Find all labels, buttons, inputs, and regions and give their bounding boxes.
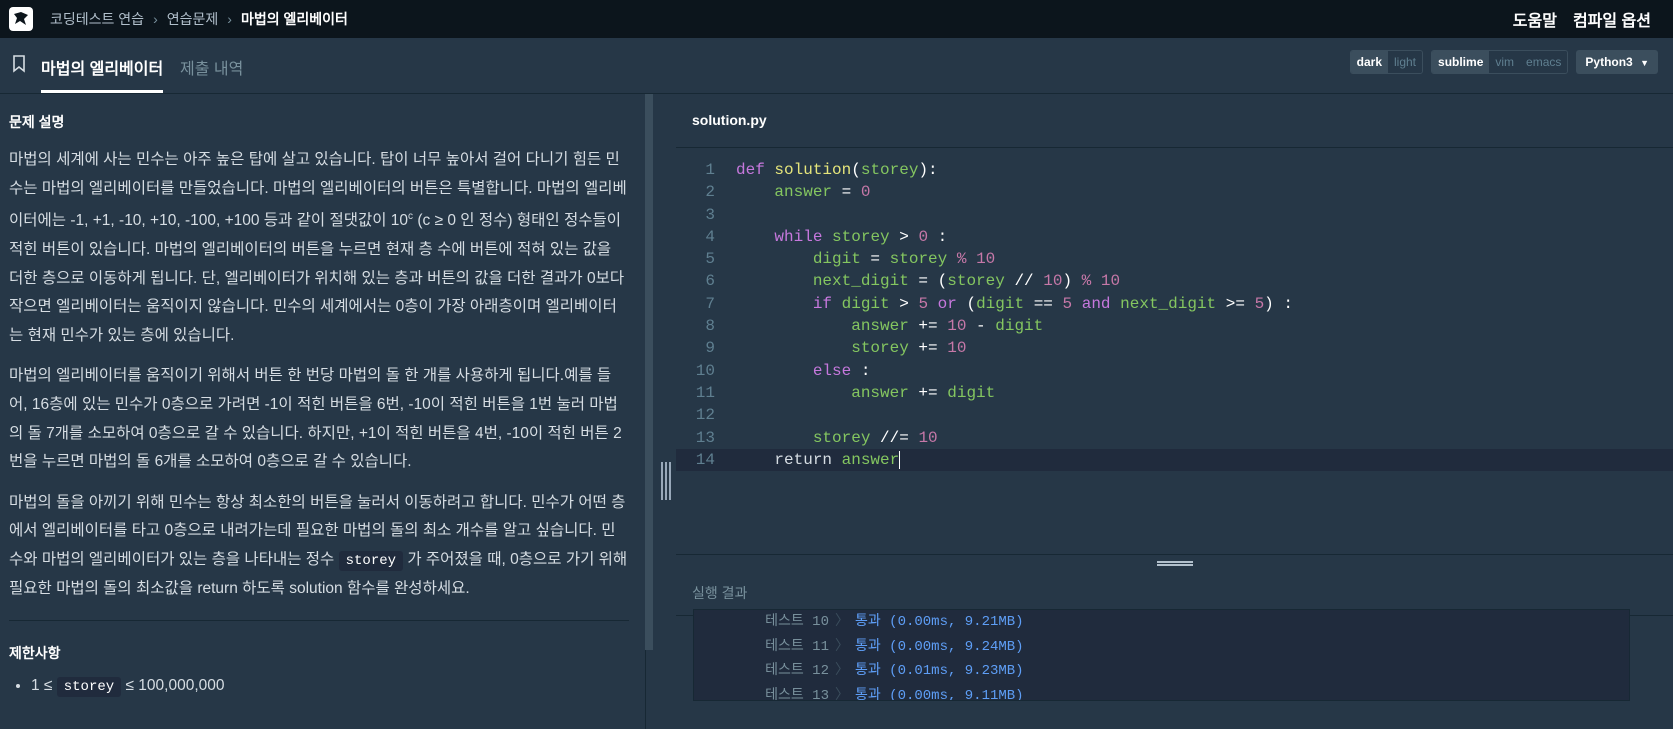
file-name: solution.py [692, 112, 767, 128]
code-line: 10 else : [695, 361, 871, 380]
chevron-right-icon: 〉 [835, 663, 849, 679]
tab-submission-history[interactable]: 제출 내역 [180, 55, 243, 79]
code-line: 11 answer += digit [695, 383, 996, 402]
result-row: 테스트 11 〉 통과 (0.00ms, 9.24MB) [694, 635, 1629, 660]
result-row: 테스트 10 〉 통과 (0.00ms, 9.21MB) [694, 610, 1629, 635]
tab-bar: 마법의 엘리베이터 제출 내역 dark light sublime vim e… [0, 38, 1673, 94]
theme-light-button[interactable]: light [1388, 51, 1423, 73]
bookmark-icon[interactable] [12, 55, 26, 78]
paragraph-3: 마법의 돌을 아끼기 위해 민수는 항상 최소한의 버튼을 눌러서 이동하려고 … [9, 493, 628, 598]
file-header: solution.py [676, 94, 1673, 148]
divider [9, 620, 629, 622]
chevron-right-icon: 〉 [835, 614, 849, 630]
chevron-right-icon: 〉 [835, 687, 849, 701]
code-line: 7 if digit > 5 or (digit == 5 and next_d… [705, 294, 1293, 313]
code-editor[interactable]: 1 def solution(storey): 2 answer = 0 3 4 … [676, 159, 1673, 472]
code-line: 3 [705, 205, 715, 224]
theme-toggle: dark light [1349, 50, 1424, 74]
breadcrumb-current: 마법의 엘리베이터 [240, 11, 348, 27]
keymap-vim-button[interactable]: vim [1489, 51, 1521, 73]
editor-panel: solution.py 1 def solution(storey): 2 ans… [676, 94, 1673, 729]
keymap-sublime-button[interactable]: sublime [1432, 51, 1490, 73]
breadcrumb-practice[interactable]: 연습문제 [167, 9, 219, 29]
caret-down-icon: ▼ [1640, 58, 1649, 68]
code-line: 9 storey += 10 [705, 339, 967, 358]
tab-problem[interactable]: 마법의 엘리베이터 [41, 55, 163, 79]
paragraph-2: 마법의 엘리베이터를 움직이기 위해서 버튼 한 번당 마법의 돌 한 개를 사… [9, 367, 622, 471]
drag-grip-icon [1157, 561, 1193, 566]
theme-dark-button[interactable]: dark [1350, 51, 1388, 73]
compile-options-button[interactable]: 컴파일 옵션 [1573, 7, 1651, 31]
help-button[interactable]: 도움말 [1513, 7, 1557, 31]
code-line: 12 [695, 406, 715, 425]
result-row: 테스트 13 〉 통과 (0.00ms, 9.11MB) [694, 684, 1629, 701]
problem-description: 문제 설명 마법의 세계에 사는 민수는 아주 높은 탑에 살고 있습니다. 탑… [9, 94, 629, 698]
editor-toggles: dark light sublime vim emacs Python3 ▼ [1349, 50, 1658, 74]
language-label: Python3 [1585, 55, 1633, 69]
text-caret [899, 450, 901, 469]
chevron-right-icon: › [153, 11, 158, 27]
inline-code: storey [338, 550, 404, 571]
top-nav: 코딩테스트 연습 › 연습문제 › 마법의 엘리베이터 도움말 컴파일 옵션 [0, 0, 1673, 38]
code-line: 13 storey //= 10 [695, 428, 938, 447]
paragraph-1: 마법의 세계에 사는 민수는 아주 높은 탑에 살고 있습니다. 탑이 너무 높… [9, 151, 627, 344]
language-select[interactable]: Python3 ▼ [1576, 50, 1658, 74]
problem-panel: 문제 설명 마법의 세계에 사는 민수는 아주 높은 탑에 살고 있습니다. 탑… [0, 94, 646, 729]
keymap-toggle: sublime vim emacs [1431, 50, 1569, 74]
result-title: 실행 결과 [692, 585, 748, 601]
keymap-emacs-button[interactable]: emacs [1520, 51, 1568, 73]
code-line: 8 answer += 10 - digit [705, 317, 1044, 336]
result-console[interactable]: 테스트 10 〉 통과 (0.00ms, 9.21MB) 테스트 11 〉 통과 (0.… [693, 609, 1630, 701]
limits-list: 1 ≤ storey ≤ 100,000,000 [31, 677, 629, 698]
section-title: 문제 설명 [9, 114, 65, 130]
code-line: 6 next_digit = (storey // 10) % 10 [705, 272, 1121, 291]
chevron-right-icon: 〉 [835, 638, 849, 655]
panel-resize-handle[interactable] [661, 462, 671, 500]
result-row: 테스트 12 〉 통과 (0.01ms, 9.23MB) [694, 659, 1629, 684]
inline-code: storey [56, 677, 122, 698]
code-line: 2 answer = 0 [705, 183, 871, 202]
list-item: 1 ≤ storey ≤ 100,000,000 [31, 677, 629, 698]
code-line: 1 def solution(storey): [705, 161, 938, 179]
code-line: 5 digit = storey % 10 [705, 250, 996, 269]
chevron-right-icon: › [227, 11, 232, 27]
tab-active-indicator [41, 90, 163, 93]
code-line-current: 14 return answer [676, 448, 1673, 472]
result-resizer[interactable] [676, 554, 1673, 570]
problem-scrollbar[interactable] [645, 94, 653, 650]
breadcrumb-coding-test[interactable]: 코딩테스트 연습 [50, 9, 144, 29]
code-line: 4 while storey > 0 : [705, 227, 948, 246]
logo-icon[interactable] [9, 7, 33, 31]
limits-title: 제한사항 [9, 645, 61, 662]
